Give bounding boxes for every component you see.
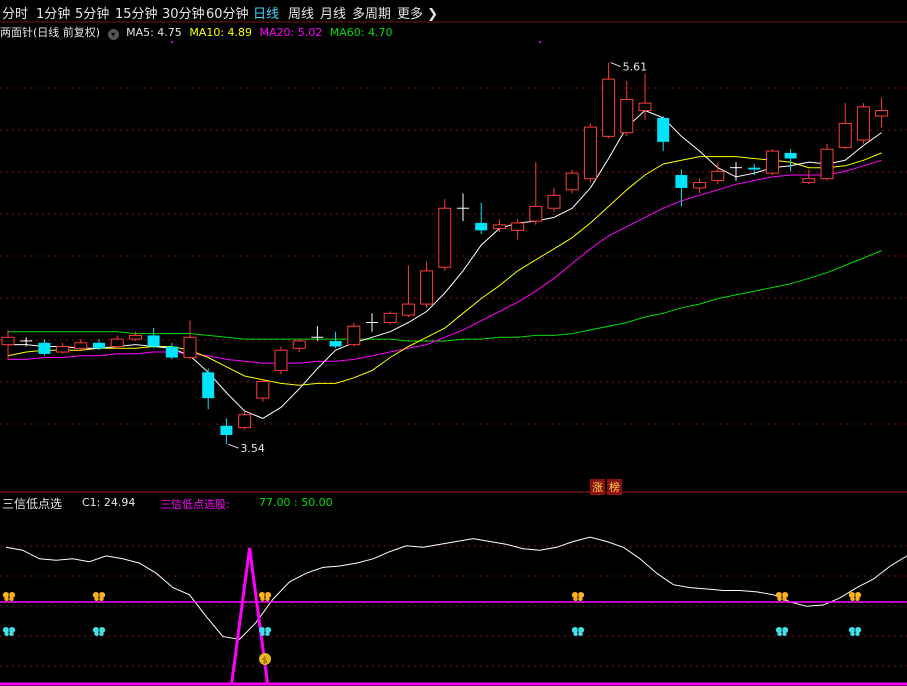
butterfly-wing	[578, 632, 583, 636]
c1-line	[5, 536, 907, 640]
candle-body	[602, 78, 616, 137]
candle-body	[93, 342, 105, 349]
butterfly-wing	[855, 632, 860, 636]
candle-body	[165, 346, 178, 358]
butterfly-wing	[777, 632, 782, 636]
butterfly-wing	[855, 597, 860, 601]
butterfly-cyan-icon	[2, 627, 16, 636]
butterfly-wing	[573, 597, 578, 601]
butterfly-orange-icon	[2, 592, 16, 601]
butterfly-orange-icon	[258, 592, 272, 601]
butterfly-wing	[4, 632, 9, 636]
butterfly-orange-icon	[848, 592, 862, 601]
butterfly-wing	[777, 597, 782, 601]
candle-body	[128, 334, 142, 340]
candle-body	[74, 342, 88, 349]
candle-body	[202, 372, 215, 399]
candle-body	[238, 414, 252, 429]
marker-dot	[171, 41, 173, 43]
butterfly-wing	[573, 632, 578, 636]
candle-body	[292, 340, 306, 349]
butterfly-wing	[578, 597, 583, 601]
candle-body	[511, 222, 525, 231]
candle-body	[620, 98, 634, 134]
butterfly-wing	[94, 632, 99, 636]
candle-body	[856, 106, 870, 141]
candle-body	[693, 181, 707, 189]
candle-body	[492, 224, 506, 230]
butterfly-cyan-icon	[92, 627, 106, 636]
candle-body	[475, 222, 488, 231]
marker-dot	[539, 41, 541, 43]
stock-chart[interactable]: 5.61 3.54 $	[0, 0, 907, 686]
butterfly-wing	[99, 632, 104, 636]
zhang-badge[interactable]: 涨	[590, 479, 605, 495]
candle-body	[183, 336, 197, 359]
butterfly-wing	[260, 632, 265, 636]
candle-body	[529, 205, 543, 222]
candle-body	[748, 167, 761, 170]
butterfly-wing	[9, 632, 14, 636]
candle-body	[147, 335, 160, 347]
candle-body	[565, 172, 579, 191]
candle-body	[256, 381, 270, 399]
butterfly-cyan-icon	[571, 627, 585, 636]
butterfly-orange-icon	[571, 592, 585, 601]
signal-icons: $	[2, 592, 862, 666]
candle-body	[875, 110, 889, 117]
butterfly-wing	[850, 597, 855, 601]
candle-body	[820, 148, 834, 180]
candle-body	[657, 117, 670, 142]
butterfly-wing	[9, 597, 14, 601]
butterfly-wing	[260, 597, 265, 601]
butterfly-wing	[850, 632, 855, 636]
money-bag-icon: $	[259, 653, 271, 666]
candle-body	[38, 342, 51, 354]
candle-body	[420, 270, 434, 305]
candle-body	[274, 349, 288, 371]
indicator-lines	[0, 536, 907, 686]
candle-body	[711, 170, 725, 182]
candle-body	[638, 102, 652, 112]
money-bag-symbol: $	[262, 656, 268, 666]
low-price-label: 3.54	[240, 442, 265, 455]
candle-body	[110, 338, 124, 347]
price-annotations: 5.61 3.54	[171, 41, 647, 455]
butterfly-wing	[94, 597, 99, 601]
candle-body	[220, 425, 233, 435]
candle-body	[1, 336, 15, 346]
candle-body	[675, 175, 688, 188]
candle-body	[765, 150, 779, 174]
butterfly-cyan-icon	[775, 627, 789, 636]
grid-lines	[0, 21, 907, 667]
candle-body	[401, 303, 415, 316]
candle-body	[838, 122, 852, 148]
butterfly-orange-icon	[775, 592, 789, 601]
butterfly-wing	[782, 632, 787, 636]
candle-body	[383, 312, 397, 324]
butterfly-wing	[4, 597, 9, 601]
butterfly-wing	[99, 597, 104, 601]
candlesticks	[1, 62, 889, 445]
candle-body	[347, 325, 361, 346]
butterfly-orange-icon	[92, 592, 106, 601]
low-pointer	[228, 443, 239, 449]
butterfly-wing	[265, 632, 270, 636]
butterfly-wing	[265, 597, 270, 601]
high-pointer	[610, 62, 621, 68]
butterfly-cyan-icon	[848, 627, 862, 636]
high-price-label: 5.61	[623, 61, 648, 74]
candle-body	[802, 178, 816, 183]
candle-body	[784, 152, 797, 159]
candle-body	[583, 126, 597, 180]
candle-body	[56, 345, 70, 353]
candle-body	[438, 207, 452, 268]
candle-body	[329, 340, 342, 347]
bang-badge[interactable]: 榜	[607, 479, 622, 495]
candle-body	[547, 194, 561, 209]
butterfly-wing	[782, 597, 787, 601]
butterfly-cyan-icon	[258, 627, 272, 636]
